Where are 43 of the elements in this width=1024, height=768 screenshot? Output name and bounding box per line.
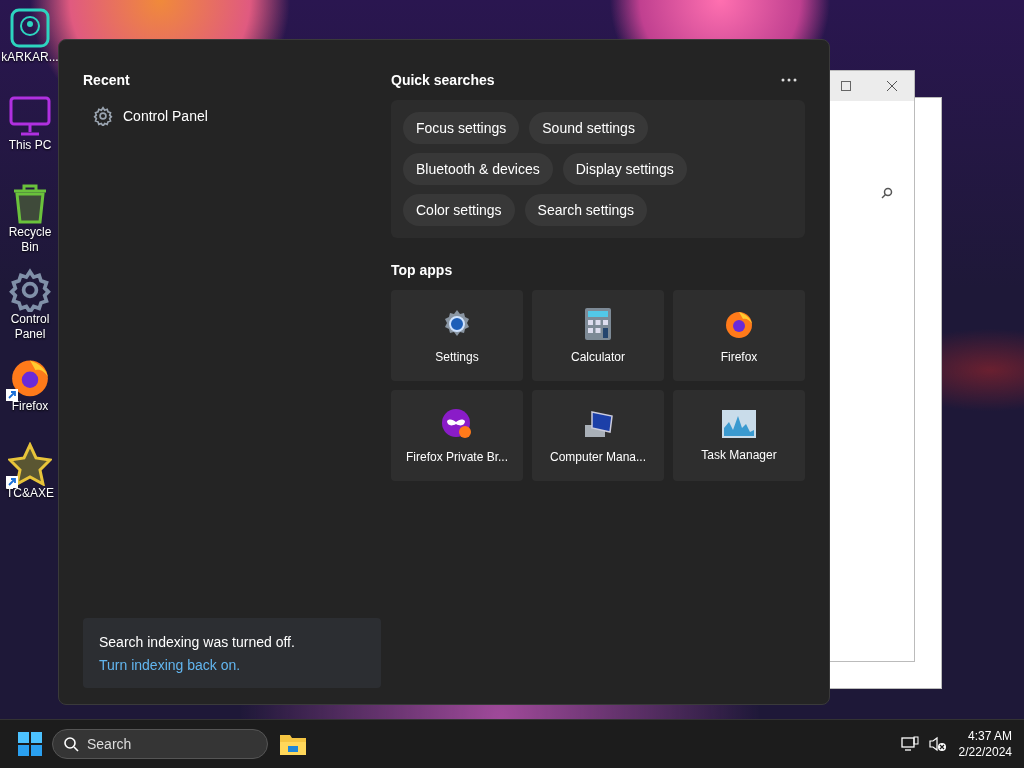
app-tile[interactable]: Firefox: [673, 290, 805, 381]
activity-graph-icon: [722, 409, 756, 438]
app-tile[interactable]: Calculator: [532, 290, 664, 381]
taskbar-search-field[interactable]: Search: [52, 729, 268, 760]
calculator-icon: [585, 307, 611, 340]
volume-muted-icon[interactable]: [928, 736, 947, 753]
app-tile[interactable]: Task Manager: [673, 390, 805, 481]
quick-search-chip[interactable]: Bluetooth & devices: [403, 153, 553, 185]
search-icon: [881, 187, 893, 199]
windows-logo-icon[interactable]: [18, 732, 42, 757]
desktop-icon-label[interactable]: This PC: [8, 138, 52, 153]
section-title: Recent: [83, 72, 131, 88]
quick-search-chip[interactable]: Focus settings: [403, 112, 520, 144]
app-tile[interactable]: Settings: [391, 290, 523, 381]
desktop-icon-label[interactable]: Firefox: [11, 399, 49, 414]
desktop-icon-label[interactable]: Control Panel: [0, 312, 60, 342]
network-icon[interactable]: [900, 736, 919, 753]
desktop-icon-label[interactable]: Recycle Bin: [0, 225, 60, 255]
app-tile[interactable]: Computer Mana...: [532, 390, 664, 481]
indexing-link[interactable]: Turn indexing back on.: [99, 657, 241, 673]
notice-text: Search indexing was turned off.: [99, 634, 296, 650]
desktop-icon-label[interactable]: kARKAR...: [1, 50, 59, 65]
close-icon[interactable]: [886, 80, 898, 92]
section-title: Quick searches: [391, 72, 495, 88]
gear-icon: [8, 268, 52, 312]
clock-time[interactable]: 4:37 AM: [967, 728, 1012, 745]
more-icon[interactable]: [781, 78, 797, 82]
mask-icon: [441, 407, 473, 440]
star-icon: [8, 442, 52, 486]
quick-search-chip[interactable]: Display settings: [562, 153, 687, 185]
quick-search-chip[interactable]: Sound settings: [529, 112, 648, 144]
clock-date[interactable]: 2/22/2024: [958, 744, 1012, 761]
section-title: Top apps: [391, 262, 454, 278]
recent-item[interactable]: Control Panel: [123, 108, 208, 124]
desktop-icon-label[interactable]: TC&AXE: [6, 486, 54, 501]
app-tile[interactable]: Firefox Private Br...: [391, 390, 523, 481]
search-icon: [63, 736, 79, 753]
monitor-icon: [8, 94, 52, 138]
gear-icon: [93, 106, 113, 126]
quick-search-chip[interactable]: Color settings: [403, 194, 515, 226]
quick-search-chip[interactable]: Search settings: [524, 194, 648, 226]
folder-icon[interactable]: [280, 733, 306, 756]
maximize-icon[interactable]: [841, 81, 851, 91]
